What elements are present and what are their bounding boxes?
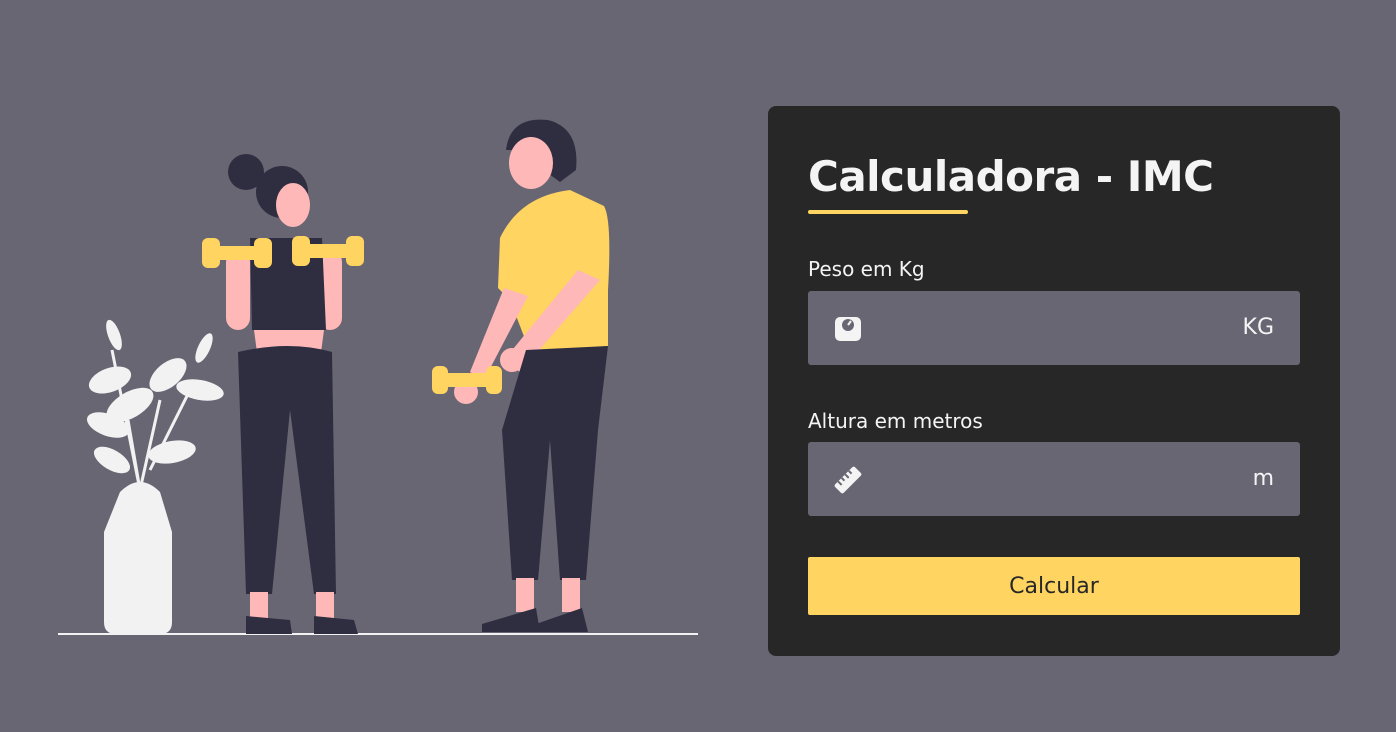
height-label: Altura em metros	[808, 409, 983, 433]
weight-unit: KG	[1242, 315, 1274, 340]
scale-icon	[835, 317, 861, 341]
calculate-button[interactable]: Calcular	[808, 557, 1300, 615]
ruler-icon	[834, 466, 862, 494]
fitness-illustration	[58, 119, 698, 635]
weight-field-wrapper: KG	[808, 291, 1300, 365]
weight-label: Peso em Kg	[808, 257, 925, 281]
page-title: Calculadora - IMC	[808, 152, 1214, 201]
man-figure	[432, 119, 610, 632]
weight-input[interactable]	[878, 291, 1218, 365]
height-input[interactable]	[878, 442, 1218, 516]
imc-calculator-card: Calculadora - IMC Peso em Kg KG Altura e…	[768, 106, 1340, 656]
page: Calculadora - IMC Peso em Kg KG Altura e…	[0, 0, 1396, 732]
title-underline	[808, 210, 968, 214]
height-unit: m	[1252, 466, 1274, 491]
plant-illustration	[86, 319, 224, 634]
height-field-wrapper: m	[808, 442, 1300, 516]
woman-figure	[202, 154, 364, 634]
